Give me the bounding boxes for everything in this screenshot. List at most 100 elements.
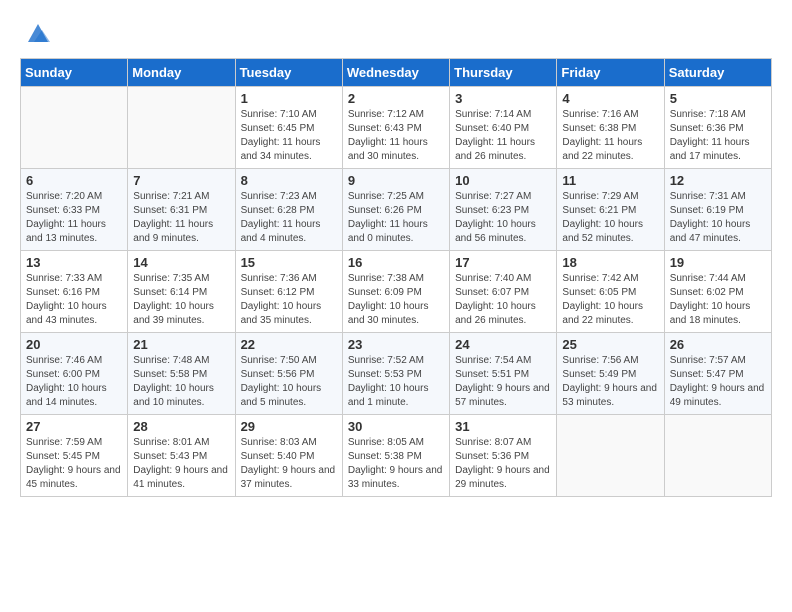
calendar-cell: 25 Sunrise: 7:56 AMSunset: 5:49 PMDayligh… <box>557 333 664 415</box>
day-info: Sunrise: 7:18 AMSunset: 6:36 PMDaylight:… <box>670 108 766 164</box>
weekday-header: Monday <box>128 59 235 87</box>
day-number: 24 <box>455 337 551 352</box>
calendar-cell: 11 Sunrise: 7:29 AMSunset: 6:21 PMDayligh… <box>557 169 664 251</box>
calendar-cell: 5 Sunrise: 7:18 AMSunset: 6:36 PMDaylight… <box>664 87 771 169</box>
weekday-header: Wednesday <box>342 59 449 87</box>
calendar-cell: 10Sunrise: 7:27 AMSunset: 6:23 PMDayligh… <box>450 169 557 251</box>
calendar-week-row: 13 Sunrise: 7:33 AMSunset: 6:16 PMDayligh… <box>21 251 772 333</box>
day-info: Sunrise: 7:35 AMSunset: 6:14 PMDaylight:… <box>133 272 229 328</box>
day-number: 18 <box>562 255 658 270</box>
calendar-cell: 18 Sunrise: 7:42 AMSunset: 6:05 PMDayligh… <box>557 251 664 333</box>
calendar-table: SundayMondayTuesdayWednesdayThursdayFrid… <box>20 58 772 497</box>
day-info: Sunrise: 7:50 AMSunset: 5:56 PMDaylight:… <box>241 354 337 410</box>
calendar-cell: 9 Sunrise: 7:25 AMSunset: 6:26 PMDaylight… <box>342 169 449 251</box>
day-number: 31 <box>455 419 551 434</box>
calendar-week-row: 6Sunrise: 7:20 AMSunset: 6:33 PMDaylight… <box>21 169 772 251</box>
calendar-cell: 17 Sunrise: 7:40 AMSunset: 6:07 PMDayligh… <box>450 251 557 333</box>
day-info: Sunrise: 7:46 AMSunset: 6:00 PMDaylight:… <box>26 354 122 410</box>
day-number: 17 <box>455 255 551 270</box>
day-info: Sunrise: 7:59 AMSunset: 5:45 PMDaylight:… <box>26 436 122 492</box>
calendar-cell: 1 Sunrise: 7:10 AMSunset: 6:45 PMDaylight… <box>235 87 342 169</box>
calendar-cell: 4 Sunrise: 7:16 AMSunset: 6:38 PMDaylight… <box>557 87 664 169</box>
day-info: Sunrise: 7:21 AMSunset: 6:31 PMDaylight:… <box>133 190 229 246</box>
calendar-cell <box>664 415 771 497</box>
day-info: Sunrise: 8:05 AMSunset: 5:38 PMDaylight:… <box>348 436 444 492</box>
calendar-cell: 20 Sunrise: 7:46 AMSunset: 6:00 PMDayligh… <box>21 333 128 415</box>
day-number: 1 <box>241 91 337 106</box>
day-number: 13 <box>26 255 122 270</box>
day-info: Sunrise: 7:38 AMSunset: 6:09 PMDaylight:… <box>348 272 444 328</box>
calendar-cell <box>128 87 235 169</box>
calendar-cell: 22 Sunrise: 7:50 AMSunset: 5:56 PMDayligh… <box>235 333 342 415</box>
calendar-cell: 8 Sunrise: 7:23 AMSunset: 6:28 PMDaylight… <box>235 169 342 251</box>
day-info: Sunrise: 7:20 AMSunset: 6:33 PMDaylight:… <box>26 190 122 246</box>
calendar-cell: 31 Sunrise: 8:07 AMSunset: 5:36 PMDayligh… <box>450 415 557 497</box>
day-info: Sunrise: 7:14 AMSunset: 6:40 PMDaylight:… <box>455 108 551 164</box>
day-number: 11 <box>562 173 658 188</box>
calendar-cell: 2Sunrise: 7:12 AMSunset: 6:43 PMDaylight… <box>342 87 449 169</box>
calendar-cell: 21 Sunrise: 7:48 AMSunset: 5:58 PMDayligh… <box>128 333 235 415</box>
day-info: Sunrise: 7:23 AMSunset: 6:28 PMDaylight:… <box>241 190 337 246</box>
day-number: 3 <box>455 91 551 106</box>
day-number: 22 <box>241 337 337 352</box>
day-info: Sunrise: 8:03 AMSunset: 5:40 PMDaylight:… <box>241 436 337 492</box>
day-number: 12 <box>670 173 766 188</box>
calendar-cell: 23 Sunrise: 7:52 AMSunset: 5:53 PMDayligh… <box>342 333 449 415</box>
day-number: 19 <box>670 255 766 270</box>
weekday-header: Saturday <box>664 59 771 87</box>
day-number: 15 <box>241 255 337 270</box>
day-info: Sunrise: 7:54 AMSunset: 5:51 PMDaylight:… <box>455 354 551 410</box>
day-number: 28 <box>133 419 229 434</box>
page-header <box>20 20 772 48</box>
day-info: Sunrise: 7:10 AMSunset: 6:45 PMDaylight:… <box>241 108 337 164</box>
calendar-cell: 13 Sunrise: 7:33 AMSunset: 6:16 PMDayligh… <box>21 251 128 333</box>
day-number: 14 <box>133 255 229 270</box>
calendar-cell: 30 Sunrise: 8:05 AMSunset: 5:38 PMDayligh… <box>342 415 449 497</box>
day-info: Sunrise: 7:52 AMSunset: 5:53 PMDaylight:… <box>348 354 444 410</box>
day-info: Sunrise: 7:44 AMSunset: 6:02 PMDaylight:… <box>670 272 766 328</box>
day-info: Sunrise: 7:29 AMSunset: 6:21 PMDaylight:… <box>562 190 658 246</box>
day-number: 29 <box>241 419 337 434</box>
day-number: 5 <box>670 91 766 106</box>
day-number: 21 <box>133 337 229 352</box>
day-number: 23 <box>348 337 444 352</box>
calendar-week-row: 27 Sunrise: 7:59 AMSunset: 5:45 PMDayligh… <box>21 415 772 497</box>
calendar-cell <box>21 87 128 169</box>
calendar-cell <box>557 415 664 497</box>
day-info: Sunrise: 7:25 AMSunset: 6:26 PMDaylight:… <box>348 190 444 246</box>
calendar-cell: 16 Sunrise: 7:38 AMSunset: 6:09 PMDayligh… <box>342 251 449 333</box>
day-number: 9 <box>348 173 444 188</box>
day-number: 25 <box>562 337 658 352</box>
day-info: Sunrise: 8:07 AMSunset: 5:36 PMDaylight:… <box>455 436 551 492</box>
calendar-cell: 28 Sunrise: 8:01 AMSunset: 5:43 PMDayligh… <box>128 415 235 497</box>
weekday-header: Sunday <box>21 59 128 87</box>
calendar-week-row: 20 Sunrise: 7:46 AMSunset: 6:00 PMDayligh… <box>21 333 772 415</box>
calendar-cell: 7Sunrise: 7:21 AMSunset: 6:31 PMDaylight… <box>128 169 235 251</box>
calendar-cell: 6Sunrise: 7:20 AMSunset: 6:33 PMDaylight… <box>21 169 128 251</box>
day-info: Sunrise: 7:33 AMSunset: 6:16 PMDaylight:… <box>26 272 122 328</box>
day-info: Sunrise: 7:16 AMSunset: 6:38 PMDaylight:… <box>562 108 658 164</box>
day-number: 26 <box>670 337 766 352</box>
day-number: 16 <box>348 255 444 270</box>
day-number: 8 <box>241 173 337 188</box>
weekday-header: Friday <box>557 59 664 87</box>
day-number: 30 <box>348 419 444 434</box>
day-number: 27 <box>26 419 122 434</box>
day-info: Sunrise: 7:56 AMSunset: 5:49 PMDaylight:… <box>562 354 658 410</box>
calendar-cell: 27 Sunrise: 7:59 AMSunset: 5:45 PMDayligh… <box>21 415 128 497</box>
day-info: Sunrise: 7:40 AMSunset: 6:07 PMDaylight:… <box>455 272 551 328</box>
calendar-cell: 15Sunrise: 7:36 AMSunset: 6:12 PMDayligh… <box>235 251 342 333</box>
day-info: Sunrise: 7:48 AMSunset: 5:58 PMDaylight:… <box>133 354 229 410</box>
calendar-cell: 12Sunrise: 7:31 AMSunset: 6:19 PMDayligh… <box>664 169 771 251</box>
weekday-header: Tuesday <box>235 59 342 87</box>
logo-icon <box>24 20 52 48</box>
day-number: 20 <box>26 337 122 352</box>
day-info: Sunrise: 8:01 AMSunset: 5:43 PMDaylight:… <box>133 436 229 492</box>
calendar-cell: 3 Sunrise: 7:14 AMSunset: 6:40 PMDaylight… <box>450 87 557 169</box>
day-number: 4 <box>562 91 658 106</box>
day-number: 2 <box>348 91 444 106</box>
calendar-cell: 26Sunrise: 7:57 AMSunset: 5:47 PMDayligh… <box>664 333 771 415</box>
day-info: Sunrise: 7:42 AMSunset: 6:05 PMDaylight:… <box>562 272 658 328</box>
weekday-header: Thursday <box>450 59 557 87</box>
calendar-cell: 29 Sunrise: 8:03 AMSunset: 5:40 PMDayligh… <box>235 415 342 497</box>
